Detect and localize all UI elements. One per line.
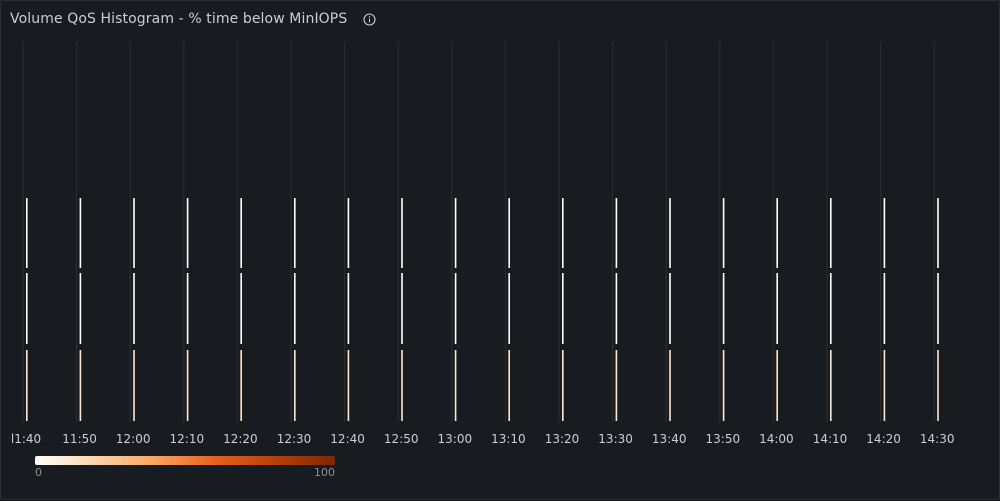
x-tick-label: 14:30 <box>920 432 955 446</box>
heatmap-cell[interactable] <box>401 198 403 268</box>
heatmap-cell[interactable] <box>883 273 886 344</box>
heatmap-cell[interactable] <box>79 350 82 421</box>
heatmap-cell[interactable] <box>454 273 457 344</box>
heatmap-cell[interactable] <box>669 198 671 268</box>
heatmap-cell[interactable] <box>79 273 82 344</box>
x-axis-ticks: l1:40 11:50 12:00 12:10 12:20 12:30 12:40 12:50… <box>11 432 955 446</box>
color-scale-bar <box>35 456 335 465</box>
heatmap-panel: Volume QoS Histogram - % time below MinI… <box>0 0 1000 500</box>
heatmap-cell[interactable] <box>186 273 189 344</box>
heatmap-cell[interactable] <box>240 273 242 344</box>
heatmap-cells[interactable] <box>26 198 939 421</box>
heatmap-cell[interactable] <box>26 350 28 421</box>
heatmap-cell[interactable] <box>830 198 832 268</box>
heatmap-cell[interactable] <box>294 350 296 421</box>
x-tick-label: 11:50 <box>62 432 97 446</box>
heatmap-cell[interactable] <box>401 273 403 344</box>
heatmap-cell[interactable] <box>240 198 242 268</box>
heatmap-cell[interactable] <box>133 273 135 344</box>
x-tick-label: 13:30 <box>598 432 633 446</box>
heatmap-cell[interactable] <box>615 198 618 268</box>
heatmap-cell[interactable] <box>508 273 510 344</box>
heatmap-cell[interactable] <box>937 198 939 268</box>
x-tick-label: 13:50 <box>706 432 741 446</box>
heatmap-cell[interactable] <box>26 198 28 268</box>
heatmap-cell[interactable] <box>669 350 671 421</box>
heatmap-cell[interactable] <box>937 350 939 421</box>
heatmap-cell[interactable] <box>133 198 135 268</box>
x-tick-label: 13:10 <box>491 432 526 446</box>
x-tick-label: 14:00 <box>759 432 794 446</box>
heatmap-cell[interactable] <box>186 198 189 268</box>
heatmap-cell[interactable] <box>562 198 564 268</box>
heatmap-cell[interactable] <box>776 273 778 344</box>
heatmap-cell[interactable] <box>347 273 350 344</box>
heatmap-cell[interactable] <box>133 350 135 421</box>
heatmap-cell[interactable] <box>615 273 618 344</box>
heatmap-cell[interactable] <box>79 198 82 268</box>
x-tick-label: 12:30 <box>277 432 312 446</box>
heatmap-cell[interactable] <box>830 350 832 421</box>
heatmap-cell[interactable] <box>294 198 296 268</box>
heatmap-cell[interactable] <box>454 198 457 268</box>
legend-min-label: 0 <box>35 466 42 479</box>
heatmap-cell[interactable] <box>883 198 886 268</box>
heatmap-cell[interactable] <box>669 273 671 344</box>
x-tick-label: 13:40 <box>652 432 687 446</box>
x-tick-label: 14:20 <box>866 432 901 446</box>
heatmap-cell[interactable] <box>722 273 725 344</box>
heatmap-cell[interactable] <box>347 198 350 268</box>
heatmap-cell[interactable] <box>776 350 778 421</box>
heatmap-cell[interactable] <box>347 350 350 421</box>
heatmap-cell[interactable] <box>26 273 28 344</box>
heatmap-cell[interactable] <box>562 273 564 344</box>
heatmap-cell[interactable] <box>562 350 564 421</box>
heatmap-cell[interactable] <box>937 273 939 344</box>
heatmap-cell[interactable] <box>722 350 725 421</box>
heatmap-cell[interactable] <box>830 273 832 344</box>
heatmap-cell[interactable] <box>883 350 886 421</box>
x-tick-label: 13:20 <box>545 432 580 446</box>
heatmap-cell[interactable] <box>615 350 618 421</box>
heatmap-cell[interactable] <box>401 350 403 421</box>
x-tick-label: 12:20 <box>223 432 258 446</box>
heatmap-cell[interactable] <box>508 198 510 268</box>
x-tick-label: 12:00 <box>116 432 151 446</box>
heatmap-cell[interactable] <box>508 350 510 421</box>
x-tick-label: 12:10 <box>170 432 205 446</box>
heatmap-cell[interactable] <box>186 350 189 421</box>
x-tick-label: 12:50 <box>384 432 419 446</box>
heatmap-cell[interactable] <box>294 273 296 344</box>
heatmap-cell[interactable] <box>240 350 242 421</box>
color-scale-legend: 0 100 <box>35 456 335 479</box>
heatmap-plot[interactable]: l1:40 11:50 12:00 12:10 12:20 12:30 12:40 12:50… <box>1 1 1000 501</box>
x-tick-label: 13:00 <box>438 432 473 446</box>
heatmap-cell[interactable] <box>722 198 725 268</box>
x-tick-label: 12:40 <box>330 432 365 446</box>
legend-max-label: 100 <box>314 466 335 479</box>
x-tick-label: 14:10 <box>813 432 848 446</box>
grid-lines <box>22 41 935 422</box>
heatmap-cell[interactable] <box>776 198 778 268</box>
x-tick-label: l1:40 <box>11 432 41 446</box>
heatmap-cell[interactable] <box>454 350 457 421</box>
